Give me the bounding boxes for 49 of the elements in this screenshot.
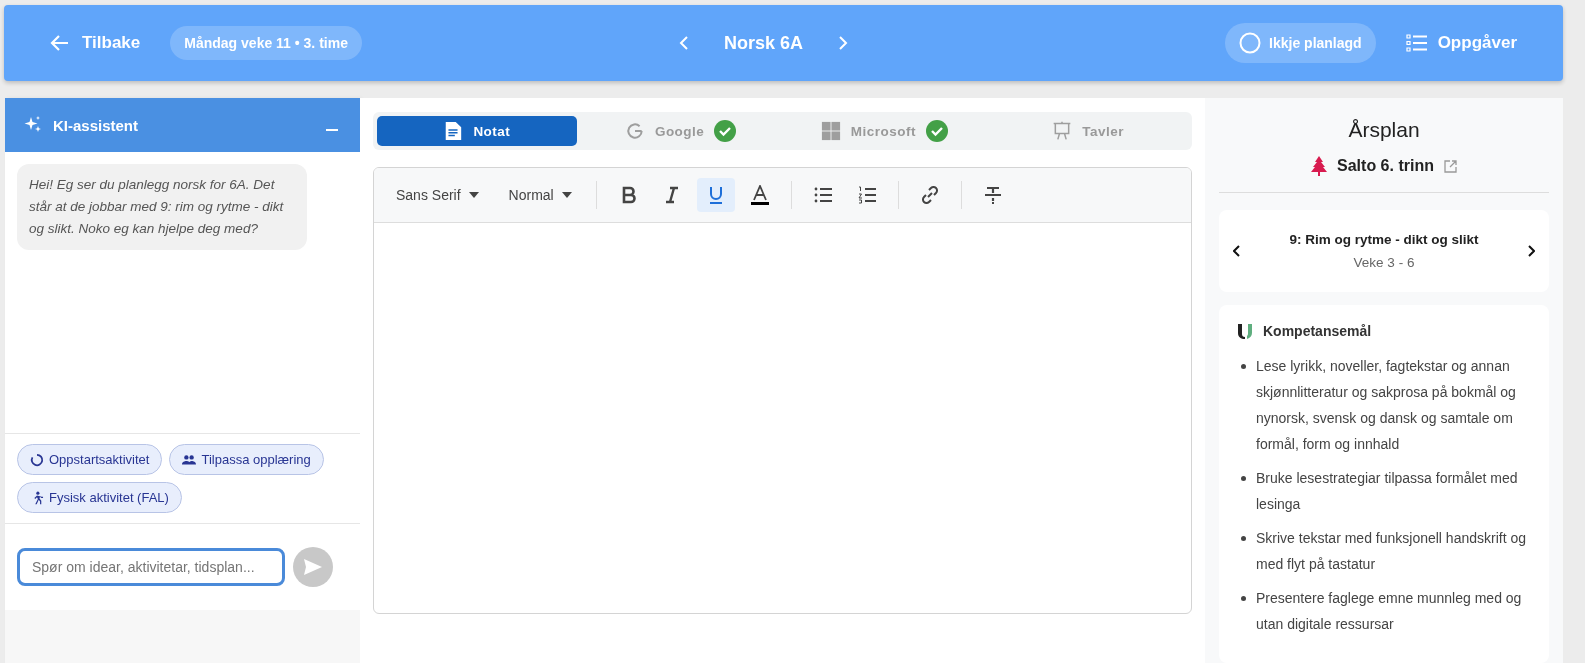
suggestion-chip[interactable]: Tilpassa opplæring bbox=[169, 444, 324, 475]
bullet-icon bbox=[1241, 476, 1246, 481]
underline-button[interactable] bbox=[696, 178, 735, 212]
suggestion-chip[interactable]: Fysisk aktivitet (FAL) bbox=[17, 482, 182, 513]
ordered-list-icon bbox=[856, 185, 877, 205]
caret-icon bbox=[468, 192, 479, 198]
topic-title: 9: Rim og rytme - dikt og slikt bbox=[1288, 232, 1480, 247]
bullet-list-icon bbox=[812, 185, 833, 205]
back-arrow-icon bbox=[50, 33, 70, 53]
bullet-icon bbox=[1241, 596, 1246, 601]
document-icon bbox=[443, 121, 464, 141]
suggestion-chip[interactable]: Oppstartsaktivitet bbox=[17, 444, 163, 475]
goals-title: Kompetansemål bbox=[1263, 323, 1372, 339]
caret-icon bbox=[561, 192, 572, 198]
color-icon bbox=[749, 185, 770, 205]
circle-icon bbox=[1239, 32, 1262, 54]
windows-grid-icon bbox=[820, 121, 841, 141]
chevron-left-icon bbox=[677, 35, 690, 51]
chat-message: Hei! Eg ser du planlegg norsk for 6A. Det står at de jobbar med 9: rim og rytme - dikt og slikt. Noko eg kan hjelpe deg med? bbox=[17, 164, 307, 250]
people-icon bbox=[182, 452, 197, 467]
chat-input[interactable]: Spør om idear, aktivitetar, tidsplan... bbox=[17, 548, 285, 586]
text-editor[interactable]: Sans Serif Normal bbox=[373, 167, 1192, 614]
panel-title: Årsplan bbox=[1347, 118, 1421, 142]
tree-icon bbox=[1311, 156, 1328, 176]
logo-icon bbox=[1237, 323, 1253, 339]
external-link-icon[interactable] bbox=[1443, 159, 1457, 173]
bullet-icon bbox=[1241, 536, 1246, 541]
letter-g-icon bbox=[624, 121, 645, 141]
topic-weeks: Veke 3 - 6 bbox=[1352, 255, 1416, 270]
font-dropdown[interactable]: Sans Serif bbox=[384, 181, 491, 209]
goal-item: Presentere faglege emne munnleg med og utan digitale ressursar bbox=[1256, 589, 1523, 634]
clear-format-icon bbox=[982, 185, 1003, 205]
plan-name: Salto 6. trinn bbox=[1337, 157, 1434, 175]
tab[interactable]: Notat bbox=[377, 116, 577, 146]
goal-item: Skrive tekstar med funksjonell handskrift og med flyt på tastatur bbox=[1256, 529, 1527, 574]
chevron-left-icon bbox=[1233, 245, 1241, 257]
bullet-icon bbox=[1241, 364, 1246, 369]
checklist-icon bbox=[1405, 33, 1428, 53]
link-icon bbox=[919, 185, 940, 205]
size-dropdown[interactable]: Normal bbox=[496, 181, 584, 209]
send-icon bbox=[303, 558, 323, 576]
assistant-title: KI-assistent bbox=[53, 116, 140, 134]
easel-board-icon bbox=[1052, 121, 1073, 141]
goal-item: Lese lyrikk, noveller, fagtekstar og annan skjønnlitteratur og sakprosa på bokmål og nynorsk, svensk og dansk og samtale om formål, form og innhald bbox=[1256, 357, 1517, 454]
goal-item: Bruke lesestrategiar tilpassa formålet med lesinga bbox=[1256, 469, 1519, 514]
class-title: Norsk 6A bbox=[723, 32, 803, 54]
chevron-right-icon bbox=[1527, 245, 1535, 257]
chevron-right-icon bbox=[837, 35, 849, 51]
lesson-badge: Måndag veke 11 • 3. time bbox=[170, 26, 362, 60]
